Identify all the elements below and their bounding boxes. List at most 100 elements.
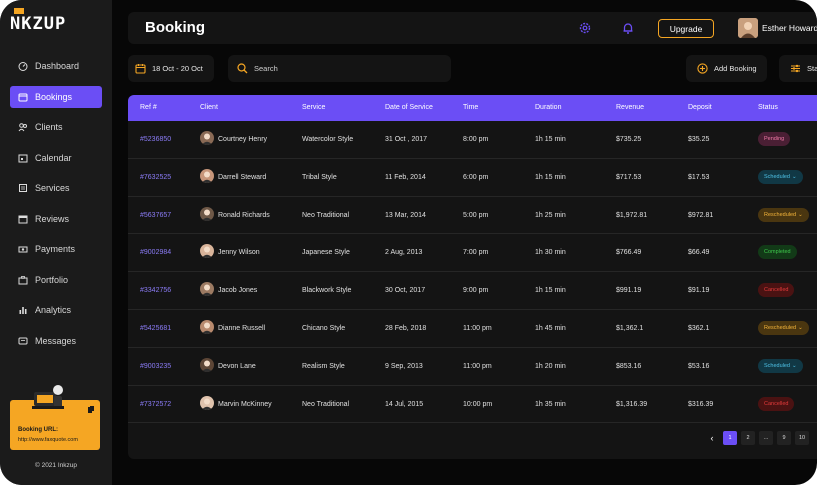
status-badge[interactable]: Scheduled ⌄ (758, 169, 803, 184)
pagination-prev-button[interactable]: ‹ (705, 431, 719, 445)
status-label: Scheduled (764, 362, 790, 369)
search-input[interactable]: Search (228, 55, 451, 82)
booking-ref-link[interactable]: #5236850 (140, 136, 171, 143)
cell-service: Tribal Style (302, 173, 337, 181)
bookings-icon (18, 92, 28, 102)
table-row[interactable]: #9002984 Jenny Wilson Japanese Style 2 Aug,… (128, 234, 817, 273)
sidebar-item-calendar[interactable]: Calendar (10, 147, 102, 169)
sidebar-item-payments[interactable]: Payments (10, 238, 102, 260)
page-button-9[interactable]: 9 (777, 431, 791, 445)
sidebar-item-bookings[interactable]: Bookings (10, 85, 102, 108)
settings-gear-icon[interactable] (578, 21, 592, 35)
booking-ref-link[interactable]: #5637657 (140, 212, 171, 219)
add-booking-button[interactable]: Add Booking (686, 55, 767, 82)
cell-deposit: $17.53 (688, 173, 710, 181)
column-header-time[interactable]: Time (463, 104, 478, 111)
booking-ref-link[interactable]: #7372572 (140, 401, 171, 408)
sidebar-item-dashboard[interactable]: Dashboard (10, 55, 102, 77)
sidebar-item-clients[interactable]: Clients (10, 116, 102, 138)
sidebar-item-reviews[interactable]: Reviews (10, 208, 102, 230)
cell-duration: 1h 15 min (535, 136, 566, 143)
copy-icon[interactable] (88, 406, 94, 413)
table-row[interactable]: #5236850 Courtney Henry Watercolor Style 31… (128, 121, 817, 159)
user-avatar[interactable] (738, 18, 758, 38)
column-header-duration[interactable]: Duration (535, 104, 561, 111)
services-icon (18, 183, 28, 193)
notification-bell-icon[interactable] (621, 21, 635, 35)
user-name[interactable]: Esther Howard (762, 23, 817, 33)
page-button-10[interactable]: 10 (795, 431, 809, 445)
booking-ref-link[interactable]: #5425681 (140, 325, 171, 332)
cell-time: 7:00 pm (463, 249, 489, 257)
client-name[interactable]: Dianne Russell (218, 325, 265, 332)
sidebar-item-analytics[interactable]: Analytics (10, 299, 102, 321)
date-range-picker[interactable]: 18 Oct - 20 Oct (128, 55, 214, 82)
chevron-down-icon[interactable]: ⌄ (792, 174, 797, 180)
status-badge[interactable]: Pending (758, 132, 791, 146)
client-name[interactable]: Jenny Wilson (218, 249, 260, 256)
chevron-down-icon[interactable]: ⌄ (798, 212, 803, 218)
cell-service: Neo Traditional (302, 211, 350, 219)
chevron-down-icon[interactable]: ⌄ (798, 325, 803, 331)
table-row[interactable]: #7372572 Marvin McKinney Neo Traditional 14… (128, 386, 817, 424)
client-avatar (200, 206, 214, 221)
page-button-2[interactable]: 2 (741, 431, 755, 445)
client-name[interactable]: Jacob Jones (218, 287, 257, 294)
cell-deposit: $91.19 (688, 287, 710, 295)
app-logo[interactable]: NKZUP (10, 14, 66, 34)
column-header-ref[interactable]: Ref # (140, 104, 157, 111)
upgrade-button[interactable]: Upgrade (658, 19, 714, 38)
page-button-ellipsis: ... (759, 431, 773, 445)
payments-icon (18, 244, 28, 254)
sidebar-item-services[interactable]: Services (10, 177, 102, 199)
cell-time: 10:00 pm (463, 400, 493, 408)
cell-duration: 1h 15 min (535, 173, 566, 181)
cell-duration: 1h 20 min (535, 362, 566, 370)
page-button-1[interactable]: 1 (723, 431, 737, 445)
status-filter-button[interactable]: Sta (779, 55, 817, 82)
booking-url-link[interactable]: http://www.faxquote.com (18, 437, 78, 443)
status-label: Cancelled (764, 287, 789, 294)
client-name[interactable]: Ronald Richards (218, 212, 270, 219)
sidebar-item-messages[interactable]: Messages (10, 330, 102, 352)
sidebar-item-label: Clients (35, 122, 63, 132)
column-header-service[interactable]: Service (302, 104, 325, 111)
sidebar-item-label: Portfolio (35, 274, 69, 285)
status-badge[interactable]: Cancelled (758, 283, 795, 298)
client-name[interactable]: Darrell Steward (218, 174, 266, 181)
status-label: Completed (764, 249, 791, 256)
cell-duration: 1h 45 min (535, 325, 566, 332)
client-name[interactable]: Marvin McKinney (218, 401, 272, 408)
status-badge[interactable]: Rescheduled ⌄ (758, 207, 809, 222)
table-row[interactable]: #5637657 Ronald Richards Neo Traditional 13… (128, 197, 817, 235)
booking-ref-link[interactable]: #9003235 (140, 363, 171, 370)
cell-date: 28 Feb, 2018 (385, 325, 427, 332)
table-row[interactable]: #7632525 Darrell Steward Tribal Style 11 Fe… (128, 159, 817, 197)
column-header-client[interactable]: Client (200, 104, 218, 111)
booking-ref-link[interactable]: #9002984 (140, 249, 171, 256)
chevron-down-icon[interactable]: ⌄ (792, 363, 797, 369)
status-badge[interactable]: Scheduled ⌄ (758, 358, 803, 373)
filter-sliders-icon (791, 64, 800, 73)
column-header-date[interactable]: Date of Service (385, 104, 433, 111)
status-label: Pending (764, 136, 785, 142)
client-name[interactable]: Courtney Henry (218, 136, 267, 143)
client-name[interactable]: Devon Lane (218, 363, 256, 370)
table-row[interactable]: #5425681 Dianne Russell Chicano Style 28 Fe… (128, 310, 817, 348)
sidebar-item-portfolio[interactable]: Portfolio (10, 269, 102, 291)
cell-date: 30 Oct, 2017 (385, 287, 426, 295)
status-badge[interactable]: Completed (758, 245, 797, 260)
booking-ref-link[interactable]: #7632525 (140, 174, 171, 181)
client-avatar (200, 131, 214, 145)
column-header-revenue[interactable]: Revenue (616, 104, 644, 111)
table-row[interactable]: #9003235 Devon Lane Realism Style 9 Sep, 20… (128, 348, 817, 386)
column-header-status[interactable]: Status (758, 104, 778, 111)
sidebar-item-label: Reviews (35, 213, 70, 224)
status-badge[interactable]: Cancelled (758, 396, 795, 411)
column-header-deposit[interactable]: Deposit (688, 104, 712, 111)
cell-service: Realism Style (302, 362, 345, 370)
status-badge[interactable]: Rescheduled ⌄ (758, 321, 809, 335)
table-row[interactable]: #3342756 Jacob Jones Blackwork Style 30 Oct… (128, 272, 817, 310)
booking-ref-link[interactable]: #3342756 (140, 287, 171, 294)
add-booking-label: Add Booking (714, 64, 757, 73)
